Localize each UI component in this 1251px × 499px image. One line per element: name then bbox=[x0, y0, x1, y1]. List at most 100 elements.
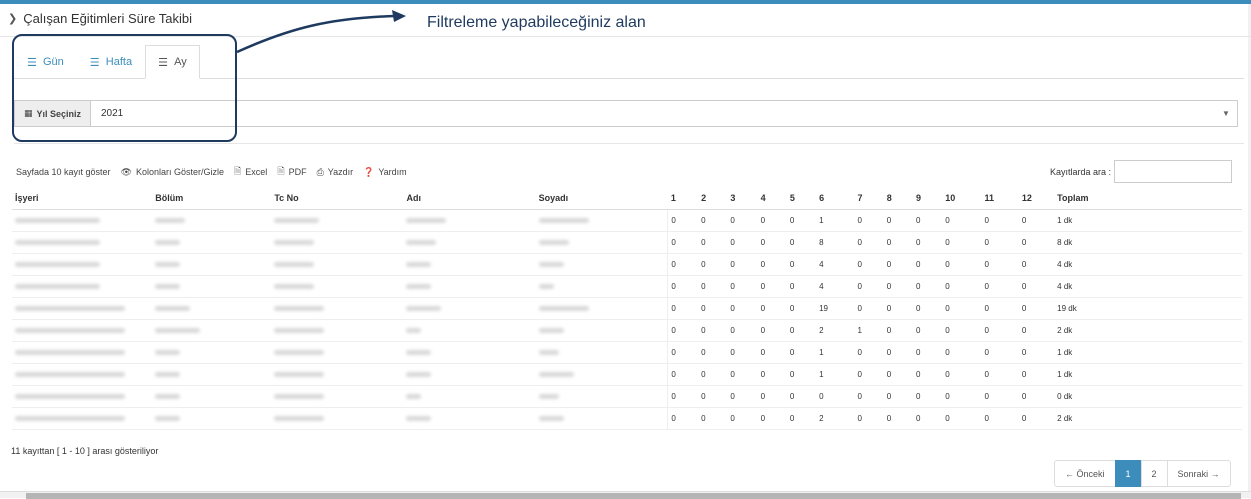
redacted-cell bbox=[403, 319, 536, 342]
table-cell: 0 bbox=[667, 363, 699, 386]
column-header[interactable]: 8 bbox=[883, 188, 913, 210]
redacted-cell bbox=[152, 297, 272, 320]
tab-ay[interactable]: ☰ Ay bbox=[145, 45, 200, 79]
column-header[interactable]: 10 bbox=[942, 188, 982, 210]
search-input[interactable] bbox=[1114, 160, 1233, 183]
scrollbar-thumb[interactable] bbox=[26, 493, 1241, 499]
blurred-text bbox=[15, 393, 125, 399]
table-cell: 0 bbox=[757, 341, 787, 364]
column-header[interactable]: 9 bbox=[912, 188, 943, 210]
year-value[interactable]: 2021 bbox=[91, 101, 1215, 126]
table-cell: 0 bbox=[942, 231, 982, 254]
column-header[interactable]: 3 bbox=[727, 188, 758, 210]
column-header[interactable]: 12 bbox=[1018, 188, 1055, 210]
redacted-cell bbox=[403, 341, 536, 364]
column-header[interactable]: 6 bbox=[816, 188, 855, 210]
blurred-text bbox=[155, 261, 181, 267]
table-cell: 0 bbox=[883, 363, 913, 386]
excel-button[interactable]: 🗎 Excel bbox=[234, 164, 267, 180]
blurred-text bbox=[406, 239, 437, 245]
columns-button[interactable]: 👁 Kolonları Göster/Gizle bbox=[121, 167, 224, 178]
column-header[interactable]: Toplam bbox=[1054, 188, 1242, 210]
table-cell: 0 bbox=[667, 209, 699, 232]
prev-page-button[interactable]: ← Önceki bbox=[1054, 460, 1116, 487]
table-cell: 0 bbox=[883, 231, 913, 254]
blurred-text bbox=[538, 217, 589, 223]
blurred-text bbox=[406, 393, 422, 399]
column-header[interactable]: 11 bbox=[981, 188, 1019, 210]
table-cell: 0 bbox=[912, 209, 943, 232]
question-icon: ❓ bbox=[363, 166, 375, 177]
table-cell: 0 bbox=[942, 275, 982, 298]
page-button-2[interactable]: 2 bbox=[1140, 460, 1168, 487]
blurred-text bbox=[406, 261, 432, 267]
table-cell: 4 bbox=[816, 253, 855, 276]
help-button[interactable]: ❓ Yardım bbox=[363, 167, 407, 178]
pdf-button[interactable]: 🗎 PDF bbox=[277, 164, 306, 180]
blurred-text bbox=[406, 349, 432, 355]
table-cell: 0 bbox=[981, 231, 1019, 254]
column-header[interactable]: Adı bbox=[403, 188, 536, 210]
tab-label: Gün bbox=[43, 56, 64, 68]
panel-header[interactable]: ❯ Çalışan Eğitimleri Süre Takibi bbox=[8, 11, 192, 26]
year-select[interactable]: ▦ Yıl Seçiniz 2021 ▼ bbox=[14, 100, 1238, 127]
redacted-cell bbox=[535, 209, 668, 232]
column-header[interactable]: 5 bbox=[786, 188, 817, 210]
column-header[interactable]: 2 bbox=[698, 188, 728, 210]
table-cell: 0 bbox=[757, 231, 787, 254]
table-cell: 0 bbox=[1018, 253, 1055, 276]
blurred-text bbox=[406, 415, 432, 421]
column-header[interactable]: 7 bbox=[854, 188, 884, 210]
table-cell: 0 bbox=[727, 253, 758, 276]
redacted-cell bbox=[271, 209, 404, 232]
blurred-text bbox=[155, 415, 181, 421]
table-cell: 4 dk bbox=[1054, 275, 1242, 298]
table-cell: 0 bbox=[883, 407, 913, 430]
print-button[interactable]: ⎙ Yazdır bbox=[317, 167, 354, 178]
table-cell: 0 bbox=[942, 341, 982, 364]
tab-gun[interactable]: ☰ Gün bbox=[14, 45, 77, 79]
table-cell: 0 bbox=[854, 297, 884, 320]
page-button-1[interactable]: 1 bbox=[1114, 460, 1142, 487]
column-header[interactable]: 4 bbox=[757, 188, 787, 210]
column-header[interactable]: Tc No bbox=[271, 188, 404, 210]
printer-icon: ⎙ bbox=[316, 166, 324, 177]
table-cell: 0 bbox=[698, 253, 728, 276]
table-row: 0000080000008 dk bbox=[12, 231, 1242, 254]
blurred-text bbox=[538, 349, 559, 355]
table-cell: 0 bbox=[942, 209, 982, 232]
caret-down-icon[interactable]: ▼ bbox=[1215, 101, 1237, 126]
table-cell: 0 bbox=[912, 231, 943, 254]
page-size-button[interactable]: Sayfada 10 kayıt göster bbox=[16, 167, 111, 177]
blurred-text bbox=[538, 305, 589, 311]
column-header[interactable]: 1 bbox=[667, 188, 699, 210]
column-header[interactable]: İşyeri bbox=[12, 188, 153, 210]
panel-title: Çalışan Eğitimleri Süre Takibi bbox=[23, 11, 193, 26]
blurred-text bbox=[15, 305, 125, 311]
redacted-cell bbox=[152, 341, 272, 364]
blurred-text bbox=[406, 327, 422, 333]
year-label: ▦ Yıl Seçiniz bbox=[15, 101, 91, 126]
blurred-text bbox=[274, 393, 325, 399]
page-size-label: Sayfada 10 kayıt göster bbox=[16, 167, 111, 177]
redacted-cell bbox=[271, 319, 404, 342]
eye-icon: 👁 bbox=[120, 166, 132, 177]
table-cell: 1 dk bbox=[1054, 209, 1242, 232]
table-cell: 0 bbox=[757, 407, 787, 430]
table-cell: 0 bbox=[883, 209, 913, 232]
table-cell: 0 bbox=[981, 209, 1019, 232]
column-header[interactable]: Soyadı bbox=[535, 188, 668, 210]
tab-hafta[interactable]: ☰ Hafta bbox=[77, 45, 145, 79]
table-row: 0000020000002 dk bbox=[12, 407, 1242, 430]
table-row: 0000010000001 dk bbox=[12, 363, 1242, 386]
blurred-text bbox=[274, 415, 325, 421]
table-cell: 0 bbox=[912, 341, 943, 364]
blurred-text bbox=[538, 261, 564, 267]
table-row: 0000040000004 dk bbox=[12, 253, 1242, 276]
blurred-text bbox=[274, 327, 325, 333]
column-header[interactable]: Bölüm bbox=[152, 188, 272, 210]
table-cell: 0 bbox=[727, 385, 758, 408]
help-label: Yardım bbox=[378, 167, 407, 177]
next-page-button[interactable]: Sonraki → bbox=[1166, 460, 1231, 487]
horizontal-scrollbar[interactable] bbox=[0, 491, 1251, 499]
